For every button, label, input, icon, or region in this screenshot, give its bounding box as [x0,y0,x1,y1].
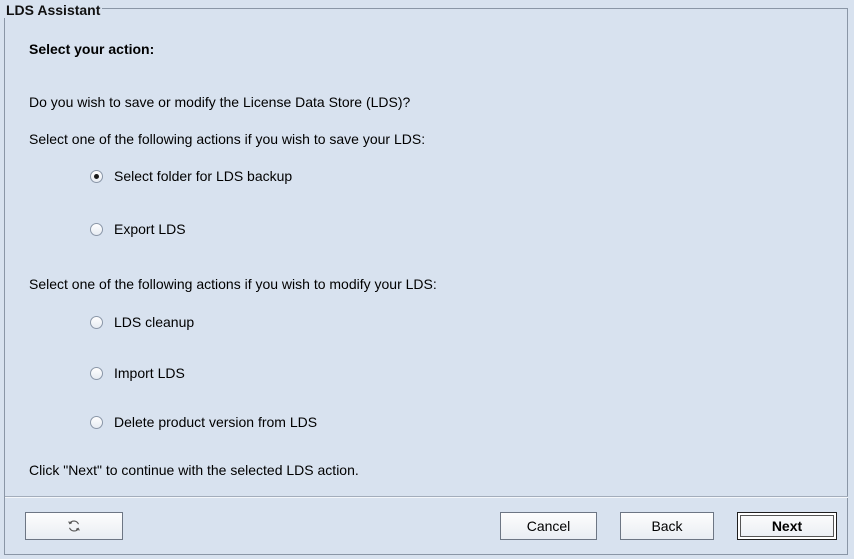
refresh-icon [67,519,81,533]
radio-label: Delete product version from LDS [114,414,318,430]
back-button[interactable]: Back [620,512,714,540]
radio-label: LDS cleanup [114,314,195,330]
radio-button-selected[interactable] [90,169,103,183]
radio-option-lds-cleanup[interactable]: LDS cleanup [90,313,194,331]
radio-option-import-lds[interactable]: Import LDS [90,364,185,382]
refresh-button[interactable] [25,512,123,540]
radio-button[interactable] [90,415,103,429]
radio-button[interactable] [90,366,103,380]
footer-hint: Click "Next" to continue with the select… [29,462,359,478]
radio-option-delete-product-version[interactable]: Delete product version from LDS [90,413,317,431]
radio-label: Select folder for LDS backup [114,168,293,184]
next-button[interactable]: Next [737,512,837,540]
footer-separator [5,496,848,498]
page-heading: Select your action: [29,41,155,57]
save-section-label: Select one of the following actions if y… [29,131,426,147]
radio-label: Import LDS [114,365,185,381]
radio-button[interactable] [90,222,103,236]
radio-option-export-lds[interactable]: Export LDS [90,220,186,238]
dialog-content: Select your action: Do you wish to save … [0,0,854,559]
radio-option-select-folder[interactable]: Select folder for LDS backup [90,167,292,185]
question-text: Do you wish to save or modify the Licens… [29,94,411,110]
radio-button[interactable] [90,315,103,329]
radio-label: Export LDS [114,221,186,237]
cancel-button[interactable]: Cancel [500,512,597,540]
modify-section-label: Select one of the following actions if y… [29,276,437,292]
